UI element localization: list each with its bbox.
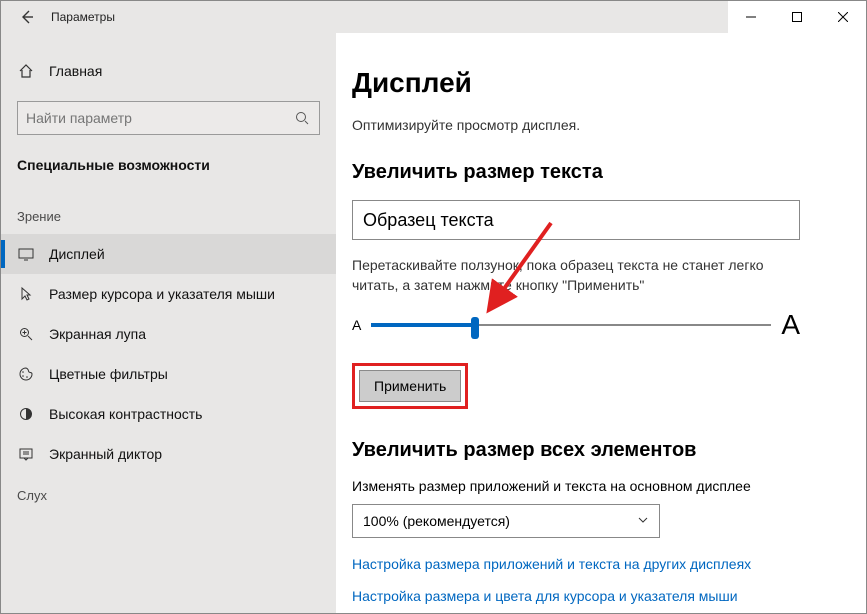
sidebar-item-high-contrast[interactable]: Высокая контрастность bbox=[1, 394, 336, 434]
close-button[interactable] bbox=[820, 1, 866, 33]
search-input[interactable] bbox=[26, 110, 293, 126]
magnifier-icon bbox=[17, 325, 35, 343]
page-title: Дисплей bbox=[352, 67, 866, 99]
slider-instruction: Перетаскивайте ползунок, пока образец те… bbox=[352, 256, 800, 295]
monitor-icon bbox=[17, 245, 35, 263]
text-size-slider[interactable] bbox=[371, 315, 771, 335]
scale-heading: Увеличить размер всех элементов bbox=[352, 439, 866, 462]
scale-select-value: 100% (рекомендуется) bbox=[363, 513, 510, 529]
palette-icon bbox=[17, 365, 35, 383]
chevron-down-icon bbox=[637, 513, 649, 529]
home-icon bbox=[17, 62, 35, 80]
titlebar-left: Параметры bbox=[1, 1, 336, 33]
slider-label-small: A bbox=[352, 317, 361, 333]
sidebar-group-hearing: Слух bbox=[1, 474, 336, 513]
sidebar-group-vision: Зрение bbox=[1, 195, 336, 234]
main-content: Дисплей Оптимизируйте просмотр дисплея. … bbox=[336, 33, 866, 613]
minimize-button[interactable] bbox=[728, 1, 774, 33]
slider-fill bbox=[371, 323, 475, 327]
text-size-heading: Увеличить размер текста bbox=[352, 161, 866, 184]
search-icon bbox=[293, 109, 311, 127]
sidebar-item-magnifier[interactable]: Экранная лупа bbox=[1, 314, 336, 354]
titlebar: Параметры bbox=[1, 1, 866, 33]
sidebar-home[interactable]: Главная bbox=[1, 51, 336, 91]
sidebar-item-label: Размер курсора и указателя мыши bbox=[49, 286, 275, 302]
sidebar: Главная Специальные возможности Зрение Д… bbox=[1, 33, 336, 613]
slider-label-big: A bbox=[781, 309, 800, 341]
sidebar-item-cursor[interactable]: Размер курсора и указателя мыши bbox=[1, 274, 336, 314]
link-cursor-color[interactable]: Настройка размера и цвета для курсора и … bbox=[352, 588, 866, 604]
sidebar-item-display[interactable]: Дисплей bbox=[1, 234, 336, 274]
annotation-highlight-box: Применить bbox=[352, 363, 468, 409]
sidebar-item-color-filters[interactable]: Цветные фильтры bbox=[1, 354, 336, 394]
text-size-slider-row: A A bbox=[352, 309, 800, 341]
slider-thumb[interactable] bbox=[471, 317, 479, 339]
window-controls bbox=[728, 1, 866, 33]
scale-label: Изменять размер приложений и текста на о… bbox=[352, 478, 866, 494]
scale-select[interactable]: 100% (рекомендуется) bbox=[352, 504, 660, 538]
contrast-icon bbox=[17, 405, 35, 423]
page-subtitle: Оптимизируйте просмотр дисплея. bbox=[352, 117, 866, 133]
cursor-icon bbox=[17, 285, 35, 303]
sidebar-item-label: Высокая контрастность bbox=[49, 406, 202, 422]
sidebar-item-label: Экранный диктор bbox=[49, 446, 162, 462]
sidebar-item-narrator[interactable]: Экранный диктор bbox=[1, 434, 336, 474]
apply-button[interactable]: Применить bbox=[359, 370, 461, 402]
sidebar-item-label: Дисплей bbox=[49, 246, 105, 262]
sidebar-item-label: Экранная лупа bbox=[49, 326, 146, 342]
link-other-displays[interactable]: Настройка размера приложений и текста на… bbox=[352, 556, 866, 572]
narrator-icon bbox=[17, 445, 35, 463]
sidebar-category: Специальные возможности bbox=[1, 157, 336, 195]
back-button[interactable] bbox=[17, 7, 37, 27]
sample-text-box: Образец текста bbox=[352, 200, 800, 240]
window-title: Параметры bbox=[51, 10, 115, 24]
sidebar-item-label: Цветные фильтры bbox=[49, 366, 168, 382]
maximize-button[interactable] bbox=[774, 1, 820, 33]
search-box[interactable] bbox=[17, 101, 320, 135]
sidebar-home-label: Главная bbox=[49, 63, 102, 79]
